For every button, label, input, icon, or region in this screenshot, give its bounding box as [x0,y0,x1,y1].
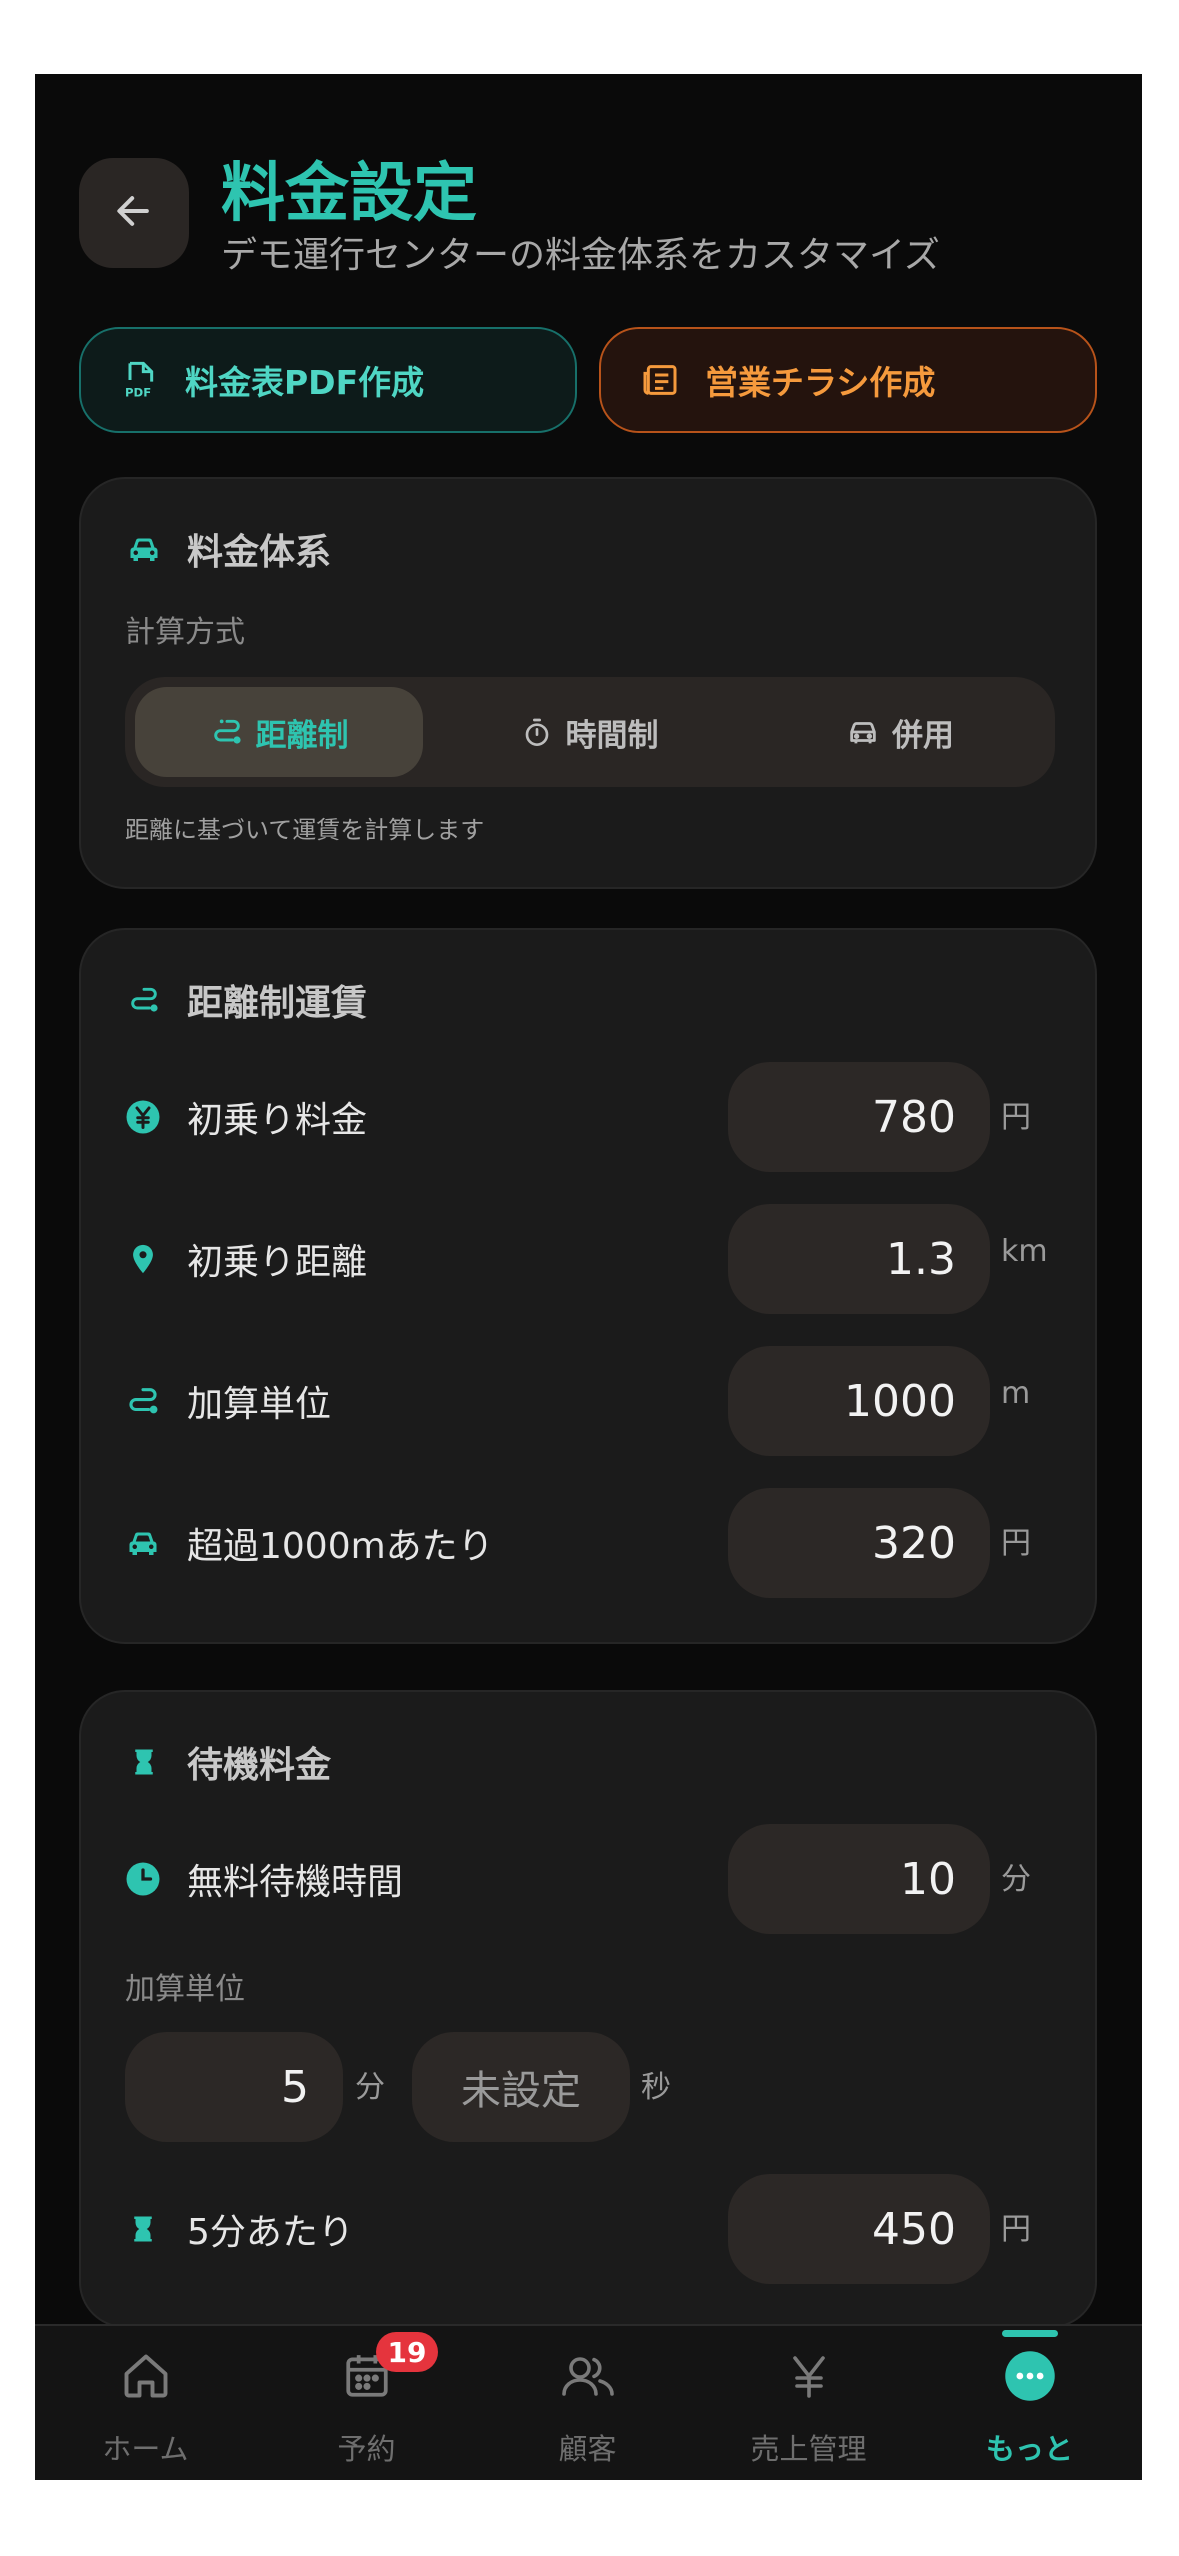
app-screen: 料金設定 デモ運行センターの料金体系をカスタマイズ PDF 料金表PDF作成 営… [35,74,1142,2480]
initial-fare-row: 初乗り料金 780 円 [81,1062,1099,1172]
calc-method-selector: 距離制 時間制 併用 [125,677,1055,787]
excess-fare-label-text: 超過1000mあたり [187,1526,494,1567]
hourglass-icon [125,2211,161,2247]
free-wait-input[interactable]: 10 [728,1824,990,1934]
waiting-fare-card: 待機料金 無料待機時間 10 分 加算単位 5 分 未設定 秒 5分あたり 45… [79,1690,1097,2324]
route-icon [125,1383,161,1419]
waiting-fare-title-text: 待機料金 [187,1745,332,1786]
excess-fare-label: 超過1000mあたり [125,1488,494,1598]
increment-unit-input[interactable]: 1000 [728,1346,990,1456]
option-time-label: 時間制 [565,717,659,754]
home-icon [118,2348,174,2404]
nav-sales-label: 売上管理 [750,2432,867,2466]
initial-distance-label: 初乗り距離 [125,1204,367,1314]
users-icon [560,2348,616,2404]
excess-fare-unit: 円 [1001,1526,1031,1561]
option-time[interactable]: 時間制 [445,687,733,777]
route-icon [125,981,163,1019]
create-flyer-label: 営業チラシ作成 [705,363,936,402]
distance-fare-title: 距離制運賃 [125,974,367,1026]
car-icon [125,530,163,568]
car-outline-icon [846,715,880,749]
option-distance[interactable]: 距離制 [135,687,423,777]
initial-fare-unit: 円 [1001,1100,1031,1135]
excess-fare-input[interactable]: 320 [728,1488,990,1598]
main-content: 料金設定 デモ運行センターの料金体系をカスタマイズ PDF 料金表PDF作成 営… [35,74,1142,2324]
free-wait-unit: 分 [1001,1862,1031,1897]
page-subtitle: デモ運行センターの料金体系をカスタマイズ [221,235,940,276]
option-distance-label: 距離制 [255,717,349,754]
increment-minutes-unit: 分 [355,2070,385,2105]
increment-unit-label-text: 加算単位 [187,1384,332,1425]
option-combined[interactable]: 併用 [755,687,1045,777]
clock-icon [125,1861,161,1897]
free-wait-label-text: 無料待機時間 [187,1862,404,1903]
distance-fare-title-text: 距離制運賃 [187,983,368,1024]
pricing-system-title-text: 料金体系 [187,532,332,573]
yen-circle-icon [125,1099,161,1135]
initial-distance-unit: km [1001,1234,1048,1269]
nav-more-label: もっと [985,2432,1073,2466]
per-unit-fare-label: 5分あたり [125,2174,354,2284]
reservations-badge: 19 [376,2332,438,2372]
distance-fare-card: 距離制運賃 初乗り料金 780 円 初乗り距離 1.3 km 加算単位 1000… [79,928,1097,1644]
increment-unit-unit: m [1001,1376,1031,1411]
excess-fare-row: 超過1000mあたり 320 円 [81,1488,1099,1598]
svg-text:PDF: PDF [125,386,151,400]
pricing-system-card: 料金体系 計算方式 距離制 時間制 併用 距離に基づいて運賃を計算します [79,477,1097,889]
back-button[interactable] [79,158,189,268]
yen-icon [781,2348,837,2404]
increment-unit-label: 加算単位 [125,1346,331,1456]
initial-fare-input[interactable]: 780 [728,1062,990,1172]
arrow-left-icon [112,189,156,237]
pdf-icon: PDF [119,359,161,401]
timer-icon [520,715,554,749]
car-icon [125,1525,161,1561]
newspaper-icon [639,359,681,401]
location-pin-icon [125,1241,161,1277]
increment-label: 加算単位 [125,1972,245,2007]
per-unit-fare-unit: 円 [1001,2212,1031,2247]
nav-home-label: ホーム [102,2432,189,2466]
free-wait-label: 無料待機時間 [125,1824,403,1934]
initial-distance-input[interactable]: 1.3 [728,1204,990,1314]
nav-customers-label: 顧客 [558,2432,617,2466]
increment-unit-row: 加算単位 1000 m [81,1346,1099,1456]
nav-customers[interactable]: 顧客 [477,2326,698,2480]
initial-fare-label-text: 初乗り料金 [187,1100,368,1141]
initial-fare-label: 初乗り料金 [125,1062,367,1172]
create-pdf-label: 料金表PDF作成 [185,363,425,402]
nav-home[interactable]: ホーム [35,2326,256,2480]
option-combined-label: 併用 [892,717,954,754]
create-pdf-button[interactable]: PDF 料金表PDF作成 [79,327,577,433]
per-unit-fare-input[interactable]: 450 [728,2174,990,2284]
per-unit-fare-label-text: 5分あたり [187,2212,354,2253]
waiting-fare-title: 待機料金 [125,1736,331,1788]
calc-method-label: 計算方式 [125,615,245,650]
route-icon [210,715,244,749]
nav-reservations[interactable]: 19 予約 [256,2326,477,2480]
bottom-nav: ホーム 19 予約 顧客 売上管理 もっと [35,2324,1142,2480]
increment-seconds-input[interactable]: 未設定 [412,2032,630,2142]
calc-method-description: 距離に基づいて運賃を計算します [125,816,485,844]
active-indicator [1001,2330,1058,2337]
nav-sales[interactable]: 売上管理 [698,2326,919,2480]
create-flyer-button[interactable]: 営業チラシ作成 [599,327,1097,433]
pricing-system-title: 料金体系 [125,523,331,575]
nav-more[interactable]: もっと [919,2326,1140,2480]
hourglass-icon [125,1743,163,1781]
increment-seconds-unit: 秒 [641,2070,671,2105]
initial-distance-label-text: 初乗り距離 [187,1242,368,1283]
page-title: 料金設定 [221,157,477,231]
free-wait-row: 無料待機時間 10 分 [81,1824,1099,1934]
initial-distance-row: 初乗り距離 1.3 km [81,1204,1099,1314]
increment-inputs-row: 5 分 未設定 秒 [81,2032,1099,2142]
increment-minutes-input[interactable]: 5 [125,2032,343,2142]
per-unit-fare-row: 5分あたり 450 円 [81,2174,1099,2284]
more-icon [1002,2348,1058,2404]
nav-reservations-label: 予約 [337,2432,396,2466]
